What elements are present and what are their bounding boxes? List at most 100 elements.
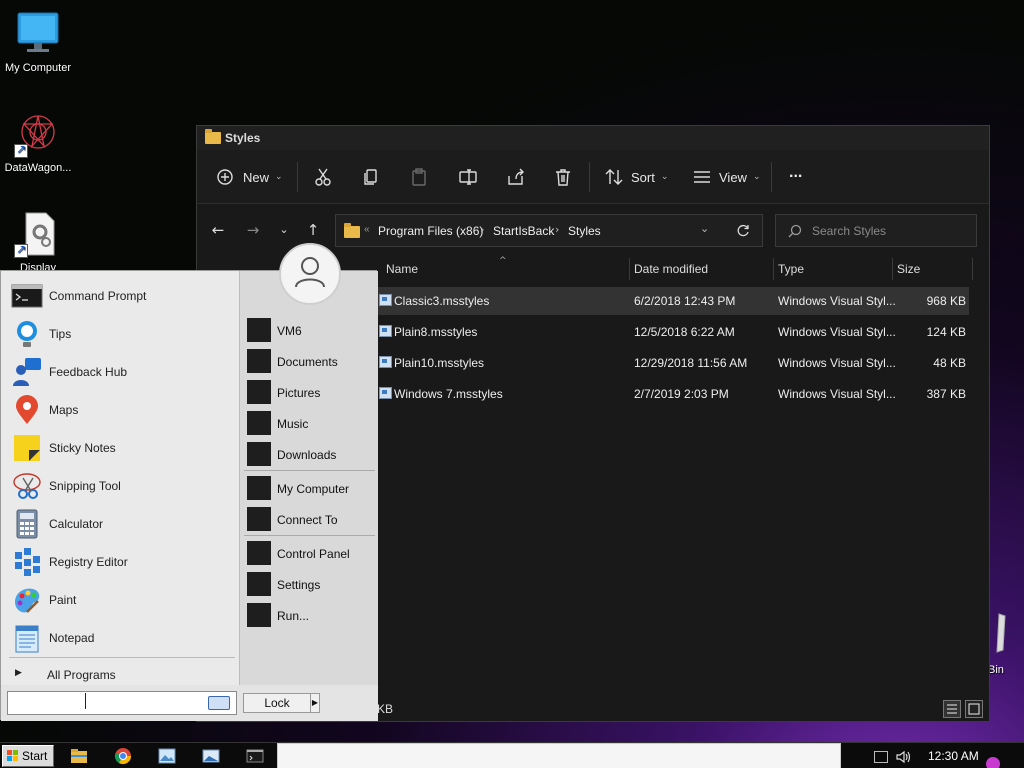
large-icons-view-button[interactable] [965,700,983,718]
network-tray-icon[interactable] [874,751,888,763]
search-go-icon[interactable] [208,696,230,710]
user-avatar[interactable] [279,243,341,305]
sticky-notes-icon [14,435,40,461]
start-search-input[interactable] [12,695,198,711]
place-run[interactable]: Run... [247,603,375,629]
recent-locations-button[interactable]: ⌄ [274,220,294,240]
file-date: 12/29/2018 11:56 AM [634,356,748,370]
network-icon [247,507,271,531]
all-programs-button[interactable]: ▶ All Programs [11,666,231,684]
photos-icon[interactable] [158,747,176,765]
program-list: Command Prompt Tips Feedback Hub Maps St… [1,271,239,685]
address-bar[interactable]: « Program Files (x86) › StartIsBack › St… [335,214,763,247]
column-header-date[interactable]: Date modified [634,262,708,276]
place-label: Documents [277,355,338,369]
taskbar-clock[interactable]: 12:30 AM [928,749,979,763]
more-options-button[interactable]: ... [789,162,802,184]
copy-button[interactable] [363,166,379,188]
place-pictures[interactable]: Pictures [247,380,375,406]
file-type: Windows Visual Styl... [778,294,896,308]
up-button[interactable]: ↑ [303,220,323,240]
terminal-icon[interactable] [246,747,264,765]
place-documents[interactable]: Documents [247,349,375,375]
place-settings[interactable]: Settings [247,572,375,598]
image-viewer-icon[interactable] [202,747,220,765]
address-overflow[interactable]: « [364,224,370,235]
power-options-arrow-icon[interactable]: ▶ [310,693,320,713]
desktop-icon-display[interactable]: Display [0,210,78,275]
program-command-prompt[interactable]: Command Prompt [11,278,233,314]
program-label: Snipping Tool [49,479,121,493]
file-name: Windows 7.msstyles [394,387,503,401]
column-header-name[interactable]: Name [386,262,418,276]
place-my-computer[interactable]: My Computer [247,476,375,502]
place-downloads[interactable]: Downloads [247,442,375,468]
desktop-icon-my-computer[interactable]: My Computer [0,10,78,75]
run-icon [247,603,271,627]
program-sticky-notes[interactable]: Sticky Notes [11,430,233,466]
notification-badge-icon[interactable] [986,757,1000,768]
all-programs-label: All Programs [47,668,116,682]
title-bar[interactable]: Styles [197,126,989,150]
documents-icon [247,349,271,373]
window-title: Styles [225,131,261,145]
desktop-icon-datawagon[interactable]: DataWagon... [0,110,78,175]
file-row[interactable]: Classic3.msstyles 6/2/2018 12:43 PM Wind… [377,287,969,315]
program-snipping-tool[interactable]: Snipping Tool [11,468,233,504]
program-registry-editor[interactable]: Registry Editor [11,544,233,580]
place-connect-to[interactable]: Connect To [247,507,375,533]
place-music[interactable]: Music [247,411,375,437]
file-size: 48 KB [933,356,966,370]
feedback-hub-icon [13,358,41,386]
file-explorer-icon[interactable] [70,747,88,765]
place-vm6[interactable]: VM6 [247,318,375,344]
cut-button[interactable] [315,166,331,188]
program-maps[interactable]: Maps [11,392,233,428]
sort-button[interactable]: Sort ⌄ [605,166,668,188]
back-button[interactable]: ← [208,220,228,240]
file-row[interactable]: Windows 7.msstyles 2/7/2019 2:03 PM Wind… [377,380,969,408]
start-menu: Command Prompt Tips Feedback Hub Maps St… [0,243,378,721]
column-header-size[interactable]: Size [897,262,920,276]
breadcrumb-startisback[interactable]: StartIsBack [493,224,554,238]
pictures-icon [247,380,271,404]
chevron-down-icon[interactable]: ⌄ [700,222,709,235]
folder-icon [205,129,221,144]
paste-button[interactable] [411,166,427,188]
search-box[interactable] [775,214,977,247]
notepad-icon [15,625,39,653]
place-control-panel[interactable]: Control Panel [247,541,375,567]
program-feedback-hub[interactable]: Feedback Hub [11,354,233,390]
start-button[interactable]: Start [2,745,54,767]
column-header-type[interactable]: Type [778,262,804,276]
lock-button[interactable]: Lock [243,693,311,713]
breadcrumb-program-files[interactable]: Program Files (x86) [378,224,483,238]
search-input[interactable] [812,223,962,239]
chrome-icon[interactable] [114,747,132,765]
details-view-button[interactable] [943,700,961,718]
program-notepad[interactable]: Notepad [11,620,233,656]
file-row[interactable]: Plain8.msstyles 12/5/2018 6:22 AM Window… [377,318,969,346]
start-label: Start [22,749,48,763]
program-calculator[interactable]: Calculator [11,506,233,542]
program-paint[interactable]: Paint [11,582,233,618]
new-button[interactable]: New ⌄ [217,166,283,188]
rename-button[interactable] [459,166,477,188]
program-tips[interactable]: Tips [11,316,233,352]
start-search-box[interactable] [7,691,237,715]
registry-editor-icon [15,548,40,576]
breadcrumb-styles[interactable]: Styles [568,224,601,238]
msstyles-file-icon [379,387,392,399]
view-button[interactable]: View ⌄ [693,166,761,188]
share-button[interactable] [507,166,525,188]
volume-tray-icon[interactable] [896,750,912,764]
program-label: Registry Editor [49,555,128,569]
taskbar-window-strip[interactable] [277,743,841,768]
refresh-icon[interactable] [736,224,750,238]
place-label: Music [277,417,309,431]
file-row[interactable]: Plain10.msstyles 12/29/2018 11:56 AM Win… [377,349,969,377]
chevron-right-icon: › [555,223,560,236]
forward-button[interactable]: → [243,220,263,240]
program-label: Notepad [49,631,95,645]
delete-button[interactable] [555,166,571,188]
